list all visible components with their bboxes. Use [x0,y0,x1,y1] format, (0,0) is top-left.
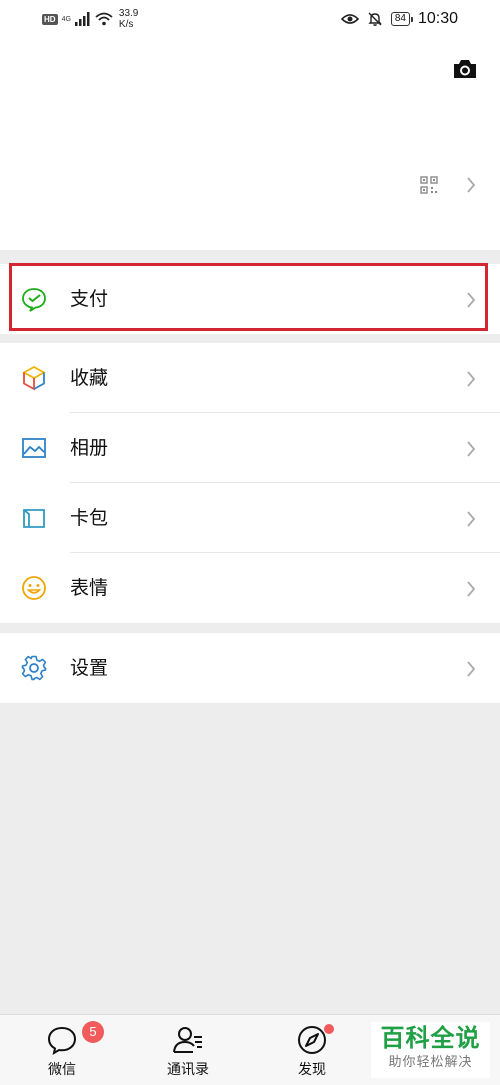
chevron-right-icon [467,371,476,387]
qr-code-icon[interactable] [420,176,438,194]
new-activity-dot [324,1024,334,1034]
menu-label-stickers: 表情 [70,577,109,599]
menu-item-cards[interactable]: 卡包 [0,483,500,553]
menu-group-services: 收藏 相册 卡包 表情 [0,343,500,623]
menu-item-favorites[interactable]: 收藏 [0,343,500,413]
status-bar: HD 4G 33.9 K/s 84 10:30 [0,0,500,40]
chevron-right-icon [467,441,476,457]
menu-label-album: 相册 [70,437,109,459]
menu-group-settings: 设置 [0,633,500,703]
chevron-right-icon [467,177,476,193]
tab-chats[interactable]: 5 微信 [12,1015,112,1085]
tab-label-discover: 发现 [298,1062,326,1078]
status-right: 84 10:30 [340,10,458,28]
chevron-right-icon [467,511,476,527]
contacts-icon [173,1027,202,1053]
speed-value: 33.9 [118,8,139,19]
menu-label-pay: 支付 [70,288,109,310]
menu-label-cards: 卡包 [70,507,109,529]
tab-label-chats: 微信 [48,1062,76,1078]
speed-unit: K/s [118,19,134,30]
battery-level: 84 [390,12,414,26]
tab-contacts[interactable]: 通讯录 [138,1015,238,1085]
gear-icon [21,655,47,681]
chevron-right-icon [467,661,476,677]
tab-label-contacts: 通讯录 [167,1062,209,1078]
photo-album-icon [22,438,46,458]
tab-discover[interactable]: 发现 [262,1015,362,1085]
profile-header[interactable] [0,40,500,250]
chevron-right-icon [467,581,476,597]
wallet-pay-icon [22,288,46,312]
watermark-title: 百科全说 [380,1024,481,1052]
watermark-subtitle: 助你轻松解决 [388,1055,473,1070]
hd-badge: HD [42,13,58,25]
network-speed: 33.9 K/s [119,8,138,30]
menu-item-pay[interactable]: 支付 [0,264,500,334]
smiley-face-icon [22,576,46,600]
network-type: 4G [61,15,71,23]
chat-bubble-icon [47,1026,77,1056]
menu-item-stickers[interactable]: 表情 [0,553,500,623]
eye-icon [340,14,359,24]
camera-icon[interactable] [452,58,478,80]
chevron-right-icon [467,292,476,308]
menu-item-settings[interactable]: 设置 [0,633,500,703]
menu-item-album[interactable]: 相册 [0,413,500,483]
clock: 10:30 [417,10,458,27]
watermark-logo: 百科全说 助你轻松解决 [371,1022,490,1078]
mute-bell-icon [368,12,382,26]
signal-icon [74,12,90,26]
menu-label-favorites: 收藏 [70,367,109,389]
menu-group-pay: 支付 [0,264,500,334]
menu-label-settings: 设置 [70,657,109,679]
wifi-icon [95,12,113,26]
card-wallet-icon [23,509,45,528]
status-left: HD 4G 33.9 K/s [42,8,138,30]
unread-badge: 5 [82,1021,104,1043]
cube-favorites-icon [22,365,46,391]
